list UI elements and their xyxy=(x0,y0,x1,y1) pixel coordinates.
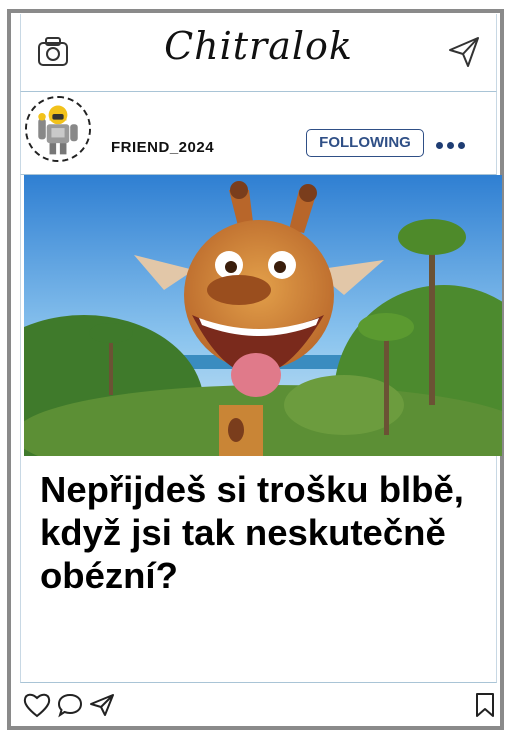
send-icon[interactable] xyxy=(88,692,116,718)
post-card: Chitralok FRIEND_2024 FOLLOWING Nepřijde… xyxy=(7,9,504,730)
app-header: Chitralok xyxy=(20,14,497,92)
bookmark-icon[interactable] xyxy=(474,691,496,719)
post-image[interactable] xyxy=(24,175,502,456)
robot-avatar-icon xyxy=(27,98,89,160)
app-logo: Chitralok xyxy=(164,24,353,68)
post-header: FRIEND_2024 FOLLOWING xyxy=(20,92,497,175)
comment-icon[interactable] xyxy=(56,691,84,719)
avatar[interactable] xyxy=(25,96,91,162)
username[interactable]: FRIEND_2024 xyxy=(111,139,214,156)
send-icon[interactable] xyxy=(446,34,482,70)
more-dots-icon[interactable] xyxy=(436,136,474,149)
post-caption: Nepřijdeš si trošku blbě, když jsi tak n… xyxy=(40,469,464,596)
action-bar xyxy=(18,685,498,725)
post-content: Nepřijdeš si trošku blbě, když jsi tak n… xyxy=(20,175,502,683)
following-button[interactable]: FOLLOWING xyxy=(306,129,424,157)
heart-icon[interactable] xyxy=(22,691,52,719)
